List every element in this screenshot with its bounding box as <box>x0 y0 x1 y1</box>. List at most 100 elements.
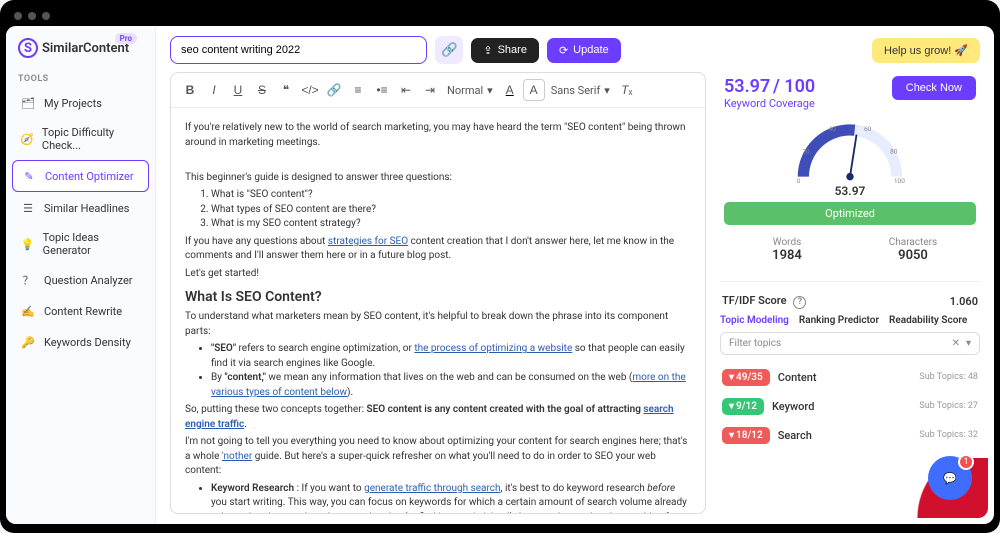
editor-pane: B I U S ❝ </> 🔗 ≡ •≡ ⇤ ⇥ Normal ▾ <box>170 72 706 514</box>
chevron-down-icon: ▾ <box>729 401 734 412</box>
chat-widget[interactable]: 💬 1 <box>928 456 972 500</box>
edit-icon: ✎ <box>21 168 37 184</box>
clear-icon[interactable]: ✕ <box>952 338 960 349</box>
chevron-down-icon: ▾ <box>487 84 493 97</box>
bulb-icon: 💡 <box>20 236 35 252</box>
logo-mark: S <box>18 38 38 58</box>
nav-keywords-density[interactable]: 🔑 Keywords Density <box>12 327 149 357</box>
topic-subcount: Sub Topics: 32 <box>919 430 978 440</box>
chevron-down-icon: ▾ <box>604 84 610 97</box>
nav-label: Topic Difficulty Check... <box>42 126 141 152</box>
list-item: "SEO" refers to search engine optimizati… <box>211 342 691 371</box>
link-generate-traffic[interactable]: generate traffic through search <box>364 483 500 494</box>
link-nother[interactable]: 'nother <box>222 451 252 462</box>
filter-topics-input[interactable]: Filter topics ✕ ▾ <box>720 332 980 355</box>
nav-topic-difficulty[interactable]: 🧭 Topic Difficulty Check... <box>12 119 149 159</box>
nav-label: Content Optimizer <box>45 170 134 183</box>
list-ul-button[interactable]: •≡ <box>371 79 393 101</box>
heading-what-is-seo: What Is SEO Content? <box>185 287 691 307</box>
underline-button[interactable]: U <box>227 79 249 101</box>
code-button[interactable]: </> <box>299 79 321 101</box>
bg-color-button[interactable]: A <box>523 79 545 101</box>
font-label: Sans Serif <box>551 84 601 97</box>
bold-button[interactable]: B <box>179 79 201 101</box>
topic-row-content[interactable]: ▾49/35 Content Sub Topics: 48 <box>720 363 980 392</box>
nav-label: Keywords Density <box>44 336 131 349</box>
tab-topic-modeling[interactable]: Topic Modeling <box>720 315 789 326</box>
link-strategies[interactable]: strategies for SEO <box>328 236 408 247</box>
editor-content[interactable]: If you're relatively new to the world of… <box>171 108 705 513</box>
topic-row-keyword[interactable]: ▾9/12 Keyword Sub Topics: 27 <box>720 392 980 421</box>
chat-badge: 1 <box>958 454 974 470</box>
brand-logo[interactable]: S SimilarContent Pro <box>12 36 149 68</box>
nav-content-optimizer[interactable]: ✎ Content Optimizer <box>12 160 149 192</box>
coverage-label: Keyword Coverage <box>724 97 815 110</box>
nav-content-rewrite[interactable]: ✍ Content Rewrite <box>12 296 149 326</box>
list-item: What is my SEO content strategy? <box>211 217 691 232</box>
topic-ratio-pill: ▾9/12 <box>722 398 764 415</box>
question-icon: ？ <box>20 272 36 288</box>
tab-ranking-predictor[interactable]: Ranking Predictor <box>799 315 879 326</box>
sidebar: S SimilarContent Pro TOOLS 🗂 My Projects… <box>6 26 156 524</box>
coverage-score: 53.97 <box>724 76 770 97</box>
font-select[interactable]: Sans Serif ▾ <box>547 82 614 99</box>
info-icon[interactable]: ? <box>793 296 806 309</box>
heading-label: Normal <box>447 84 483 97</box>
folder-icon: 🗂 <box>20 95 36 111</box>
nav-my-projects[interactable]: 🗂 My Projects <box>12 88 149 118</box>
link-button[interactable]: 🔗 <box>323 79 345 101</box>
nav-topic-ideas[interactable]: 💡 Topic Ideas Generator <box>12 224 149 264</box>
link-button[interactable]: 🔗 <box>435 36 463 64</box>
strike-button[interactable]: S <box>251 79 273 101</box>
nav-label: Question Analyzer <box>44 274 133 287</box>
gauge-value: 53.97 <box>835 184 866 198</box>
topic-ratio-pill: ▾18/12 <box>722 427 770 444</box>
pro-badge: Pro <box>115 33 137 44</box>
filter-placeholder: Filter topics <box>729 338 781 349</box>
list-item: What types of SEO content are there? <box>211 203 691 218</box>
text-color-button[interactable]: A <box>499 79 521 101</box>
topic-ratio-pill: ▾49/35 <box>722 369 770 386</box>
headline-icon: ☰ <box>20 200 36 216</box>
list-item: What is "SEO content"? <box>211 188 691 203</box>
paragraph: This beginner's guide is designed to ans… <box>185 171 691 186</box>
rewrite-icon: ✍ <box>20 303 36 319</box>
list-ol-button[interactable]: ≡ <box>347 79 369 101</box>
key-icon: 🔑 <box>20 334 36 350</box>
outdent-button[interactable]: ⇤ <box>395 79 417 101</box>
list-item: By "content," we mean any information th… <box>211 371 691 400</box>
help-us-grow-button[interactable]: Help us grow! 🚀 <box>872 38 980 63</box>
link-keyword-niches[interactable]: keyword niches <box>438 512 507 513</box>
update-button[interactable]: ⟳ Update <box>547 38 621 63</box>
link-icon: 🔗 <box>441 42 458 58</box>
share-button[interactable]: ⇪ Share <box>471 38 539 63</box>
optimized-badge: Optimized <box>724 202 976 225</box>
svg-text:20: 20 <box>802 147 810 155</box>
svg-text:100: 100 <box>894 177 905 185</box>
topic-name: Keyword <box>772 400 911 413</box>
clear-format-button[interactable]: Tₓ <box>616 79 638 101</box>
tab-readability-score[interactable]: Readability Score <box>889 315 967 326</box>
topic-name: Search <box>778 429 912 442</box>
heading-select[interactable]: Normal ▾ <box>443 82 497 99</box>
gauge-icon: 🧭 <box>20 131 34 147</box>
link-optimize-website[interactable]: the process of optimizing a website <box>414 343 572 354</box>
keyword-search-input[interactable] <box>170 36 427 64</box>
topic-row-search[interactable]: ▾18/12 Search Sub Topics: 32 <box>720 421 980 450</box>
indent-button[interactable]: ⇥ <box>419 79 441 101</box>
paragraph: I'm not going to tell you everything you… <box>185 435 691 479</box>
tools-header: TOOLS <box>12 68 149 88</box>
chevron-down-icon[interactable]: ▾ <box>966 338 971 349</box>
paragraph: So, putting these two concepts together:… <box>185 403 691 432</box>
update-label: Update <box>573 44 608 56</box>
nav-question-analyzer[interactable]: ？ Question Analyzer <box>12 265 149 295</box>
check-now-button[interactable]: Check Now <box>892 76 976 100</box>
editor-toolbar: B I U S ❝ </> 🔗 ≡ •≡ ⇤ ⇥ Normal ▾ <box>171 73 705 108</box>
nav-similar-headlines[interactable]: ☰ Similar Headlines <box>12 193 149 223</box>
chat-icon: 💬 <box>943 472 957 485</box>
tfidf-value: 1.060 <box>950 295 978 308</box>
nav-label: My Projects <box>44 97 102 110</box>
quote-button[interactable]: ❝ <box>275 79 297 101</box>
italic-button[interactable]: I <box>203 79 225 101</box>
svg-text:80: 80 <box>890 147 898 155</box>
